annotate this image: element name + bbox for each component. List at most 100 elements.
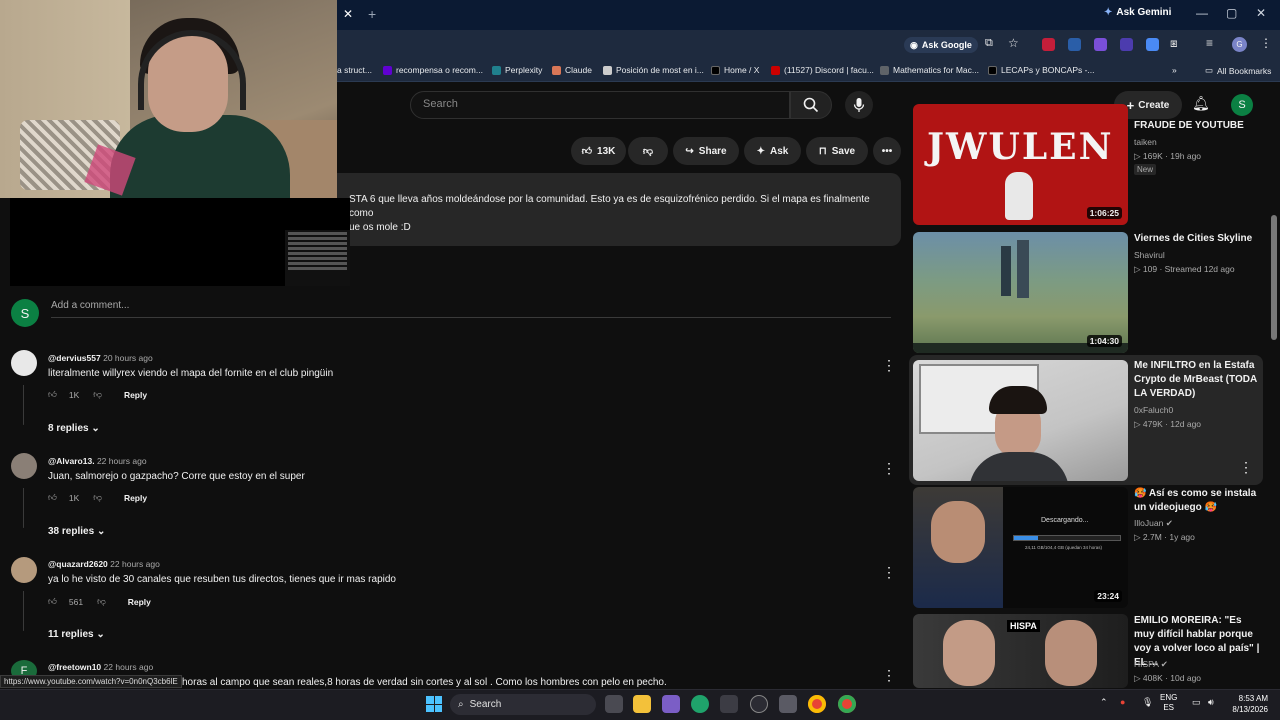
app-icon[interactable] — [750, 695, 768, 713]
bookmark-item[interactable]: a struct... — [337, 65, 372, 75]
m365-icon[interactable] — [662, 695, 680, 713]
video-thumbnail[interactable]: HISPA — [913, 614, 1128, 688]
extension-icon[interactable] — [1094, 38, 1107, 51]
search-button[interactable] — [790, 91, 832, 119]
bookmark-item[interactable]: Posición de most en i... — [603, 65, 704, 75]
voice-search-button[interactable] — [845, 91, 873, 119]
file-explorer-icon[interactable] — [633, 695, 651, 713]
taskbar-search[interactable]: ⌕ Search — [450, 694, 596, 715]
share-button[interactable]: ↪ Share — [673, 137, 739, 165]
bookmark-item[interactable]: Claude — [552, 65, 592, 75]
video-thumbnail[interactable] — [913, 360, 1128, 481]
chrome-icon[interactable] — [808, 695, 826, 713]
channel-name[interactable]: Shavirul — [1134, 250, 1165, 260]
comment-author[interactable]: @quazard2620 22 hours ago — [48, 559, 160, 569]
extension-icon[interactable] — [1068, 38, 1081, 51]
close-tab-icon[interactable]: ✕ — [343, 7, 353, 21]
edge-icon[interactable] — [691, 695, 709, 713]
thumbs-up-icon[interactable]: 👍︎ — [48, 389, 57, 400]
tray-chevron-icon[interactable]: ⌃ — [1100, 697, 1108, 708]
reply-button[interactable]: Reply — [124, 390, 147, 400]
menu-kebab-icon[interactable]: ⋮ — [1260, 36, 1272, 50]
notifications-bell-icon[interactable]: 🔔︎ — [1192, 95, 1210, 112]
more-actions-button[interactable]: ••• — [873, 137, 901, 165]
ask-google-button[interactable]: ◉ Ask Google — [904, 37, 978, 53]
comment-more-icon[interactable]: ⋮ — [882, 357, 896, 374]
minimize-icon[interactable]: — — [1196, 6, 1208, 20]
comment-author[interactable]: @dervius557 20 hours ago — [48, 353, 153, 363]
close-window-icon[interactable]: ✕ — [1256, 6, 1266, 20]
comment-more-icon[interactable]: ⋮ — [882, 667, 896, 684]
volume-icon[interactable]: 🔊︎ — [1208, 697, 1214, 708]
dislike-button[interactable]: 👎︎ — [628, 137, 668, 165]
reply-button[interactable]: Reply — [124, 493, 147, 503]
app-icon[interactable] — [779, 695, 797, 713]
channel-name[interactable]: IlloJuan ✔ — [1134, 518, 1173, 529]
profile-avatar[interactable]: G — [1232, 37, 1247, 52]
network-icon[interactable]: ▭ — [1192, 697, 1201, 708]
comment-author[interactable]: @freetown10 22 hours ago — [48, 662, 153, 672]
extension-icon[interactable] — [1146, 38, 1159, 51]
video-thumbnail[interactable]: Descargando... 24,11 GB/104,4 GB (quedan… — [913, 487, 1128, 608]
bookmark-item[interactable]: Mathematics for Mac... — [880, 65, 979, 75]
bookmarks-overflow-icon[interactable]: » — [1172, 65, 1177, 75]
bookmark-star-icon[interactable]: ☆ — [1008, 36, 1019, 50]
view-replies-button[interactable]: 8 replies ⌄ — [48, 423, 100, 434]
view-replies-button[interactable]: 38 replies ⌄ — [48, 526, 105, 537]
thumbs-down-icon[interactable]: 👎︎ — [97, 596, 106, 607]
bookmark-item[interactable]: LECAPs y BONCAPs -... — [988, 65, 1095, 75]
view-replies-button[interactable]: 11 replies ⌄ — [48, 629, 105, 640]
extension-icon[interactable] — [1120, 38, 1133, 51]
video-title[interactable]: Me INFILTRO en la Estafa Crypto de MrBea… — [1134, 359, 1262, 401]
start-windows-icon[interactable] — [426, 696, 442, 712]
thumbs-up-icon[interactable]: 👍︎ — [48, 596, 57, 607]
tray-app-icon[interactable]: ● — [1120, 697, 1125, 707]
add-comment-input[interactable]: Add a comment... — [51, 300, 891, 318]
like-button[interactable]: 👍︎ 13K — [571, 137, 626, 165]
thumbs-down-icon[interactable]: 👎︎ — [93, 492, 102, 503]
commenter-avatar[interactable] — [11, 453, 37, 479]
bookmark-item[interactable]: Perplexity — [492, 65, 542, 75]
thumbs-down-icon[interactable]: 👎︎ — [93, 389, 102, 400]
ask-gemini-button[interactable]: ✦ Ask Gemini — [1104, 7, 1171, 18]
microphone-icon[interactable]: 🎙︎ — [1142, 697, 1153, 708]
video-thumbnail[interactable]: 1:04:30 — [913, 232, 1128, 353]
extension-icon[interactable] — [1042, 38, 1055, 51]
taskbar-clock[interactable]: 8:53 AM 8/13/2026 — [1228, 693, 1268, 715]
comment-more-icon[interactable]: ⋮ — [882, 460, 896, 477]
channel-name[interactable]: HISPA ✔ — [1134, 659, 1168, 670]
yahoo-icon — [383, 65, 392, 75]
language-indicator[interactable]: ENG ES — [1160, 693, 1177, 713]
store-icon[interactable] — [720, 695, 738, 713]
video-title[interactable]: FRAUDE DE YOUTUBE — [1134, 119, 1262, 133]
chrome-icon[interactable] — [838, 695, 856, 713]
maximize-icon[interactable]: ▢ — [1226, 6, 1237, 20]
reading-list-icon[interactable]: ≡ — [1206, 36, 1213, 50]
save-button[interactable]: ⊓ Save — [806, 137, 868, 165]
video-title[interactable]: 🥵 Así es como se instala un videojuego 🥵 — [1134, 487, 1262, 515]
video-title[interactable]: Viernes de Cities Skyline — [1134, 232, 1262, 246]
comment-more-icon[interactable]: ⋮ — [882, 564, 896, 581]
page-scrollbar[interactable] — [1271, 215, 1277, 340]
thumbs-up-icon[interactable]: 👍︎ — [48, 492, 57, 503]
comment-author[interactable]: @Alvaro13. 22 hours ago — [48, 456, 147, 466]
bookmark-item[interactable]: Home / X — [711, 65, 759, 75]
video-description[interactable]: STA 6 que lleva años moldeándose por la … — [337, 173, 901, 246]
bookmark-item[interactable]: recompensa o recom... — [383, 65, 483, 75]
reply-button[interactable]: Reply — [128, 597, 151, 607]
task-view-icon[interactable] — [605, 695, 623, 713]
commenter-avatar[interactable] — [11, 557, 37, 583]
cast-icon[interactable]: ⧉ — [985, 37, 993, 50]
ask-button[interactable]: ✦ Ask — [744, 137, 801, 165]
video-thumbnail[interactable]: JWULEN 1:06:25 — [913, 104, 1128, 225]
channel-name[interactable]: 0xFaluch0 — [1134, 405, 1173, 415]
extensions-puzzle-icon[interactable]: ⧆ — [1170, 36, 1178, 51]
video-more-icon[interactable]: ⋮ — [1239, 459, 1253, 476]
commenter-avatar[interactable] — [11, 350, 37, 376]
channel-name[interactable]: taiken — [1134, 137, 1157, 147]
search-input[interactable]: Search — [410, 91, 790, 119]
account-avatar[interactable]: S — [1231, 94, 1253, 116]
bookmark-item[interactable]: (11527) Discord | facu... — [771, 65, 874, 75]
all-bookmarks[interactable]: ▭ All Bookmarks — [1205, 65, 1271, 76]
new-tab-icon[interactable]: + — [368, 6, 376, 22]
